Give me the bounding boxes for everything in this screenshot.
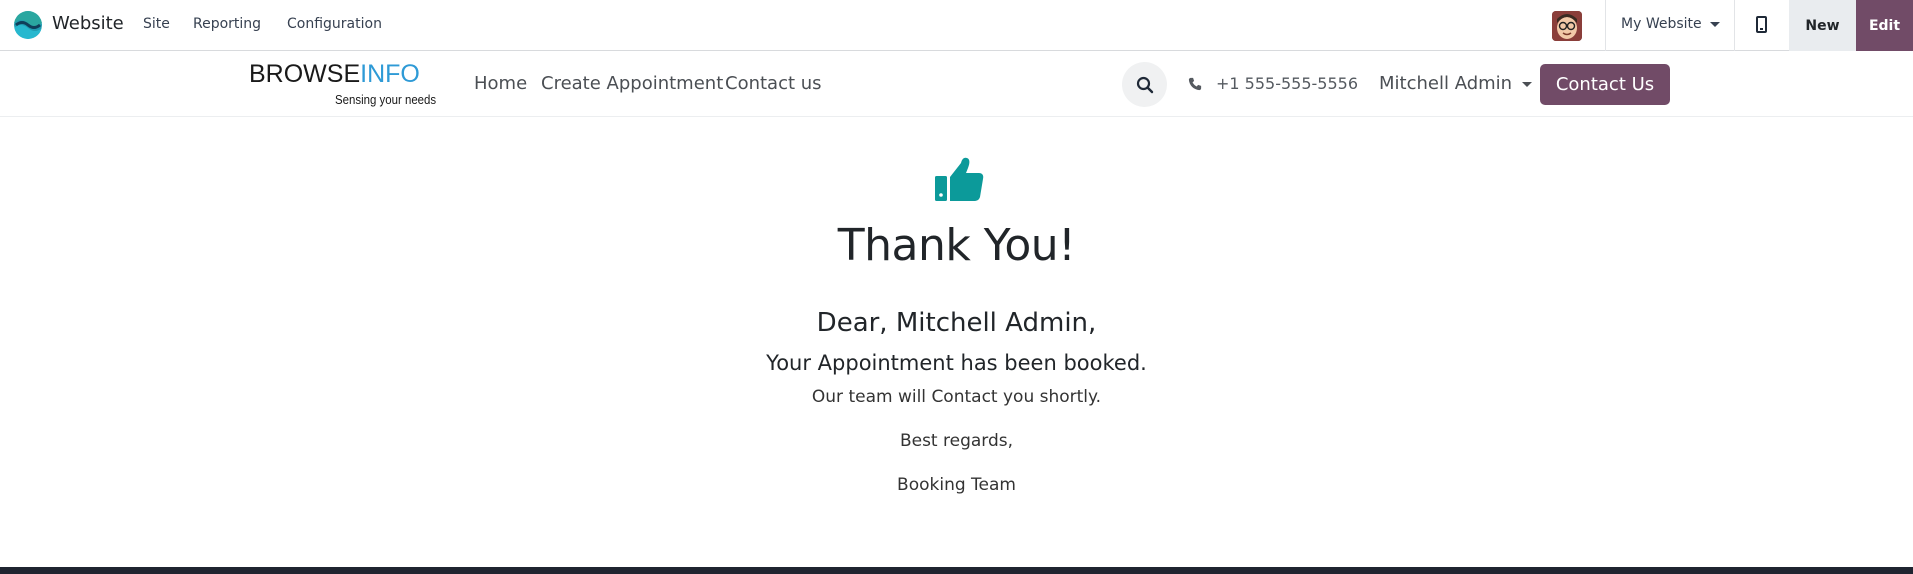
- phone-icon: [1188, 77, 1202, 90]
- phone-link[interactable]: +1 555-555-5556: [1188, 74, 1358, 93]
- mobile-preview-icon[interactable]: [1756, 16, 1767, 33]
- website-app-icon[interactable]: [14, 11, 42, 39]
- greeting-text: Dear, Mitchell Admin,: [816, 308, 1097, 338]
- brand-wordmark: BROWSEINFO: [249, 60, 420, 88]
- website-selector[interactable]: My Website: [1621, 16, 1720, 32]
- booking-confirmation-text: Your Appointment has been booked.: [766, 351, 1147, 375]
- admin-navbar: Website Site Reporting Configuration My …: [0, 0, 1913, 51]
- thank-you-heading: Thank You!: [837, 220, 1076, 271]
- menu-reporting[interactable]: Reporting: [193, 16, 261, 32]
- followup-text: Our team will Contact you shortly.: [811, 387, 1102, 407]
- app-title[interactable]: Website: [52, 13, 124, 34]
- phone-number: +1 555-555-5556: [1216, 74, 1359, 93]
- website-header: BROWSEINFO Sensing your needs Home Creat…: [0, 52, 1913, 117]
- brand-logo[interactable]: BROWSEINFO Sensing your needs: [249, 58, 441, 108]
- website-selector-label: My Website: [1621, 16, 1702, 32]
- nav-home[interactable]: Home: [474, 73, 527, 94]
- chevron-down-icon: [1522, 81, 1533, 87]
- menu-site[interactable]: Site: [143, 16, 170, 32]
- contact-us-button[interactable]: Contact Us: [1540, 64, 1670, 105]
- divider: [1605, 0, 1606, 51]
- search-button[interactable]: [1122, 62, 1167, 107]
- divider: [1734, 0, 1735, 51]
- edit-button[interactable]: Edit: [1856, 0, 1913, 51]
- nav-create-appointment[interactable]: Create Appointment: [541, 73, 723, 94]
- closing-text: Best regards,: [899, 431, 1014, 451]
- brand-tagline: Sensing your needs: [335, 92, 437, 107]
- user-name: Mitchell Admin: [1379, 73, 1513, 94]
- nav-contact-us[interactable]: Contact us: [725, 73, 822, 94]
- new-button[interactable]: New: [1789, 0, 1856, 51]
- footer: [0, 567, 1913, 574]
- thumbs-up-icon: [933, 155, 985, 203]
- search-icon: [1136, 76, 1153, 93]
- menu-configuration[interactable]: Configuration: [287, 16, 382, 32]
- user-menu[interactable]: Mitchell Admin: [1379, 73, 1533, 94]
- signature-text: Booking Team: [897, 475, 1016, 495]
- chevron-down-icon: [1709, 21, 1720, 27]
- user-avatar[interactable]: [1552, 11, 1582, 41]
